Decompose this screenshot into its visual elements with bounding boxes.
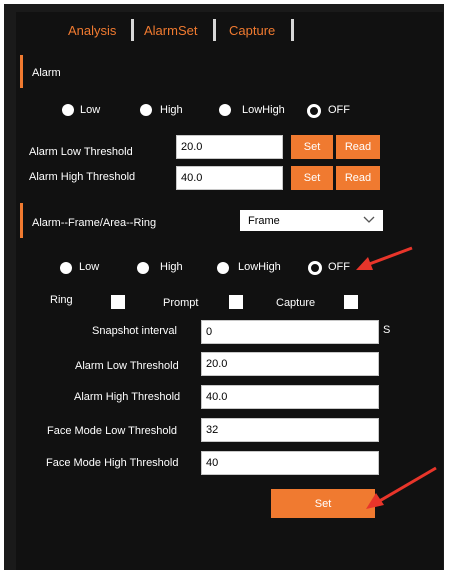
ring-set-button[interactable]: Set	[271, 489, 375, 518]
section-marker	[20, 55, 23, 88]
ring-high-threshold-label: Alarm High Threshold	[74, 391, 181, 403]
alarm-radio-lowhigh[interactable]	[219, 104, 231, 116]
ring-radio-off-label: OFF	[328, 261, 350, 273]
capture-label: Capture	[276, 297, 316, 309]
ring-low-threshold-input[interactable]	[201, 352, 379, 376]
alarm-low-threshold-input[interactable]	[176, 135, 283, 159]
alarm-radio-lowhigh-label: LowHigh	[242, 104, 285, 116]
alarm-radio-low-label: Low	[80, 104, 101, 116]
tab-separator	[291, 19, 294, 41]
ring-radio-high-label: High	[160, 261, 183, 273]
alarm-radio-high-label: High	[160, 104, 183, 116]
tab-capture[interactable]: Capture	[229, 23, 275, 38]
section-marker	[20, 203, 23, 238]
annotation-arrow-icon	[366, 466, 437, 509]
ring-radio-off[interactable]	[308, 261, 322, 275]
alarm-high-threshold-input[interactable]	[176, 166, 283, 190]
alarm-section-title: Alarm	[32, 67, 61, 79]
alarm-read-button-2[interactable]: Read	[336, 166, 380, 190]
alarm-high-threshold-label: Alarm High Threshold	[29, 171, 136, 183]
alarm-radio-high[interactable]	[140, 104, 152, 116]
tab-separator	[213, 19, 216, 41]
face-high-threshold-label: Face Mode High Threshold	[46, 457, 179, 469]
capture-checkbox[interactable]	[344, 295, 358, 309]
ring-radio-low[interactable]	[60, 262, 72, 274]
alarm-read-button[interactable]: Read	[336, 135, 380, 159]
annotation-arrow-icon	[356, 246, 413, 270]
face-low-threshold-label: Face Mode Low Threshold	[47, 425, 178, 437]
ring-checkbox[interactable]	[111, 295, 125, 309]
prompt-checkbox[interactable]	[229, 295, 243, 309]
snapshot-unit: S	[383, 324, 391, 336]
ring-section-title: Alarm--Frame/Area--Ring	[32, 217, 157, 229]
ring-high-threshold-input[interactable]	[201, 385, 379, 409]
snapshot-interval-label: Snapshot interval	[92, 325, 177, 337]
ring-radio-low-label: Low	[79, 261, 100, 273]
alarm-radio-off-label: OFF	[328, 104, 350, 116]
alarm-set-button-2[interactable]: Set	[291, 166, 333, 190]
ring-radio-lowhigh-label: LowHigh	[238, 261, 281, 273]
snapshot-interval-input[interactable]	[201, 320, 379, 344]
ring-radio-high[interactable]	[137, 262, 149, 274]
face-high-threshold-input[interactable]	[201, 451, 379, 475]
prompt-label: Prompt	[163, 297, 199, 309]
ring-low-threshold-label: Alarm Low Threshold	[75, 360, 179, 372]
ring-radio-lowhigh[interactable]	[217, 262, 229, 274]
frame-mode-select[interactable]: Frame	[240, 210, 383, 231]
alarm-low-threshold-label: Alarm Low Threshold	[29, 146, 133, 158]
tab-separator	[131, 19, 134, 41]
tab-alarmset[interactable]: AlarmSet	[144, 23, 197, 38]
alarm-radio-low[interactable]	[62, 104, 74, 116]
face-low-threshold-input[interactable]	[201, 418, 379, 442]
tab-analysis[interactable]: Analysis	[68, 23, 116, 38]
frame-mode-value: Frame	[248, 214, 280, 227]
alarm-radio-off[interactable]	[307, 104, 321, 118]
chevron-down-icon	[363, 215, 375, 227]
alarm-set-button[interactable]: Set	[291, 135, 333, 159]
ring-label: Ring	[50, 294, 73, 306]
